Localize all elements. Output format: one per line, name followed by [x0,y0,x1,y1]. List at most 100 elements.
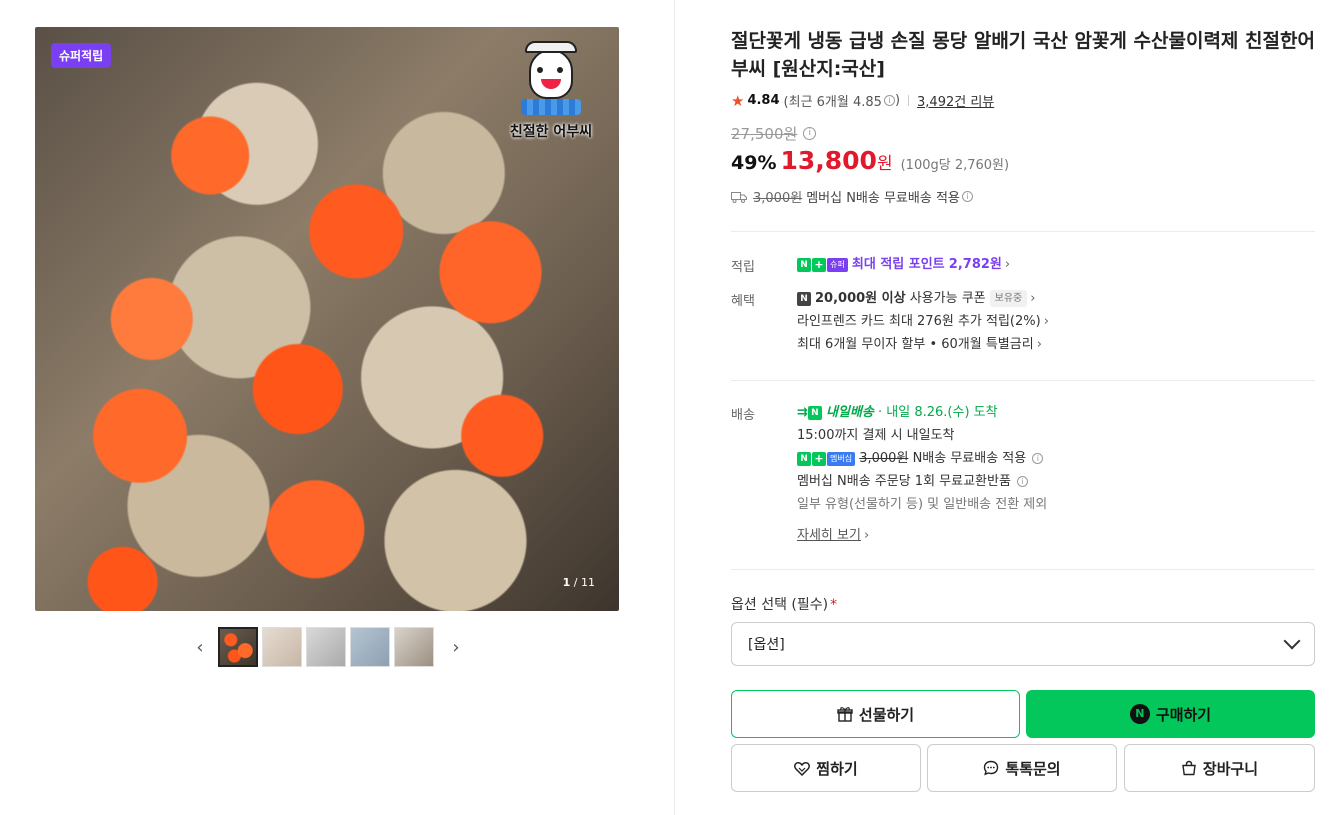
exchange-row: 멤버십 N배송 주문당 1회 무료교환반품 i [797,470,1047,493]
recent-rating-close: ) [894,93,901,108]
talk-inquiry-button[interactable]: 톡톡문의 [927,744,1117,792]
gift-button[interactable]: 선물하기 [731,690,1020,738]
price-info-icon[interactable]: i [803,127,817,140]
exchange-info-icon[interactable]: i [1017,476,1029,487]
points-label: 적립 [731,260,755,275]
gift-icon [837,706,853,722]
naver-n-icon: N [807,405,822,420]
chevron-right-icon: › [1036,337,1042,352]
cart-button-label: 장바구니 [1202,759,1259,778]
talk-inquiry-button-label: 톡톡문의 [1005,759,1061,778]
tomorrow-delivery-row: ⇉ N 내일배송 · 내일 8.26.(수) 도착 [797,401,1047,424]
coupon-owned-pill: 보유중 [989,290,1028,307]
chevron-down-icon [1283,632,1301,650]
wishlist-button-label: 찜하기 [816,759,858,778]
delivery-info-icon[interactable]: i [1032,453,1044,464]
naver-pay-icon: N [1129,704,1150,724]
buy-button-label: 구매하기 [1155,705,1212,724]
shipping-info-icon[interactable]: i [961,191,973,202]
divider [908,95,910,106]
chevron-right-icon: › [1030,291,1036,306]
rating-row: ★ 4.84 (최근 6개월 4.85 i ) 3,492건 리뷰 [731,91,994,111]
coupon-amount: 20,000원 이상 [815,291,906,306]
thumbnail-3[interactable] [306,627,346,667]
discount-rate: 49% [731,152,777,174]
shipping-old-fee: 3,000원 [753,191,803,206]
brand-logo-text: 친절한 어부씨 [509,124,593,140]
fisherman-mascot-icon [529,49,573,99]
arrival-date: · 내일 8.26.(수) 도착 [878,405,998,420]
super-tag: 슈퍼 [827,257,848,272]
option-label-text: 옵션 선택 (필수) [731,597,829,613]
option-select-value: [옵션] [748,637,785,653]
thumbnail-5[interactable] [394,627,434,667]
buy-button[interactable]: N 구매하기 [1026,690,1315,738]
info-icon[interactable]: i [883,95,895,106]
points-text: 최대 적립 포인트 [851,257,945,272]
membership-tag: 멤버십 [827,451,856,466]
price-unit: 원 [876,154,893,174]
delivery-fee-text: N배송 무료배송 적용 [912,451,1027,466]
shopping-bag-icon [1181,760,1197,776]
naver-n-icon: N [797,451,811,466]
delivery-info: ⇉ N 내일배송 · 내일 8.26.(수) 도착 15:00까지 결제 시 내일… [797,401,1047,547]
divider [731,231,1315,232]
cart-button[interactable]: 장바구니 [1124,744,1315,792]
points-amount: 2,782원 [948,257,1002,272]
thumbnail-strip: ‹ › [190,627,466,667]
thumbnail-1[interactable] [218,627,258,667]
card-benefit-row[interactable]: 라인프렌즈 카드 최대 276원 추가 적립(2%) › [797,310,1049,333]
image-counter-total: / 11 [573,576,595,589]
sale-price: 13,800 [780,146,877,175]
brand-logo: 친절한 어부씨 [509,41,593,141]
thumbnail-4[interactable] [350,627,390,667]
coupon-text: 사용가능 쿠폰 [909,291,986,306]
plus-icon: + [812,257,826,272]
image-counter: 1 / 11 [563,576,595,589]
chevron-right-icon: › [1043,314,1049,329]
coupon-row[interactable]: N 20,000원 이상 사용가능 쿠폰 보유중 › [797,287,1049,310]
delivery-label: 배송 [731,408,755,423]
details-link-row[interactable]: 자세히 보기 › [797,524,1047,547]
plus-icon: + [812,451,826,466]
option-select[interactable]: [옵션] [731,622,1315,666]
details-link[interactable]: 자세히 보기 [797,528,861,543]
installment-text: 최대 6개월 무이자 할부 • 60개월 특별금리 [797,337,1034,352]
product-main-image[interactable]: 슈퍼적립 친절한 어부씨 1 / 11 [35,27,619,611]
bandana-icon [525,41,577,53]
thumb-prev-button[interactable]: ‹ [190,627,210,667]
waves-icon [521,99,581,115]
chat-bubble-icon [983,760,999,776]
cutoff-text: 15:00까지 결제 시 내일도착 [797,428,955,443]
heart-icon [794,761,811,776]
product-title: 절단꽃게 냉동 급냉 손질 몽당 알배기 국산 암꽃게 수산물이력제 친절한어부… [731,30,1315,80]
benefits-label: 혜택 [731,294,755,309]
option-label: 옵션 선택 (필수) * [731,594,837,614]
review-count-link[interactable]: 3,492건 리뷰 [917,91,994,110]
thumb-next-button[interactable]: › [446,627,466,667]
shipping-text: 멤버십 N배송 무료배송 적용 [806,191,960,206]
original-price: 27,500원 [731,125,798,143]
star-icon: ★ [731,91,745,110]
tomorrow-delivery-label: 내일배송 [826,405,874,420]
points-row[interactable]: N + 슈퍼 최대 적립 포인트 2,782원 › [797,253,1010,276]
rating-value: 4.84 [747,93,780,108]
required-mark: * [830,597,838,613]
naver-n-icon: N [797,257,811,272]
tomorrow-delivery-icon: ⇉ [797,405,808,420]
image-counter-current: 1 [562,576,571,589]
original-price-row: 27,500원 i [731,123,817,144]
card-benefit-text: 라인프렌즈 카드 최대 276원 추가 적립(2%) [797,314,1041,329]
installment-row[interactable]: 최대 6개월 무이자 할부 • 60개월 특별금리 › [797,333,1049,356]
gift-button-label: 선물하기 [858,705,915,724]
divider [731,380,1315,381]
recent-rating: (최근 6개월 4.85 [783,95,882,110]
delivery-note: 일부 유형(선물하기 등) 및 일반배송 전환 제외 [797,497,1048,512]
chevron-right-icon: › [1004,257,1011,272]
thumbnail-2[interactable] [262,627,302,667]
shipping-summary: 3,000원 멤버십 N배송 무료배송 적용 i [731,187,973,206]
delivery-old-fee: 3,000원 [859,451,909,466]
gallery-panel: 슈퍼적립 친절한 어부씨 1 / 11 ‹ › [0,0,675,815]
benefits-list: N 20,000원 이상 사용가능 쿠폰 보유중 › 라인프렌즈 카드 최대 276원… [797,287,1049,356]
wishlist-button[interactable]: 찜하기 [731,744,921,792]
